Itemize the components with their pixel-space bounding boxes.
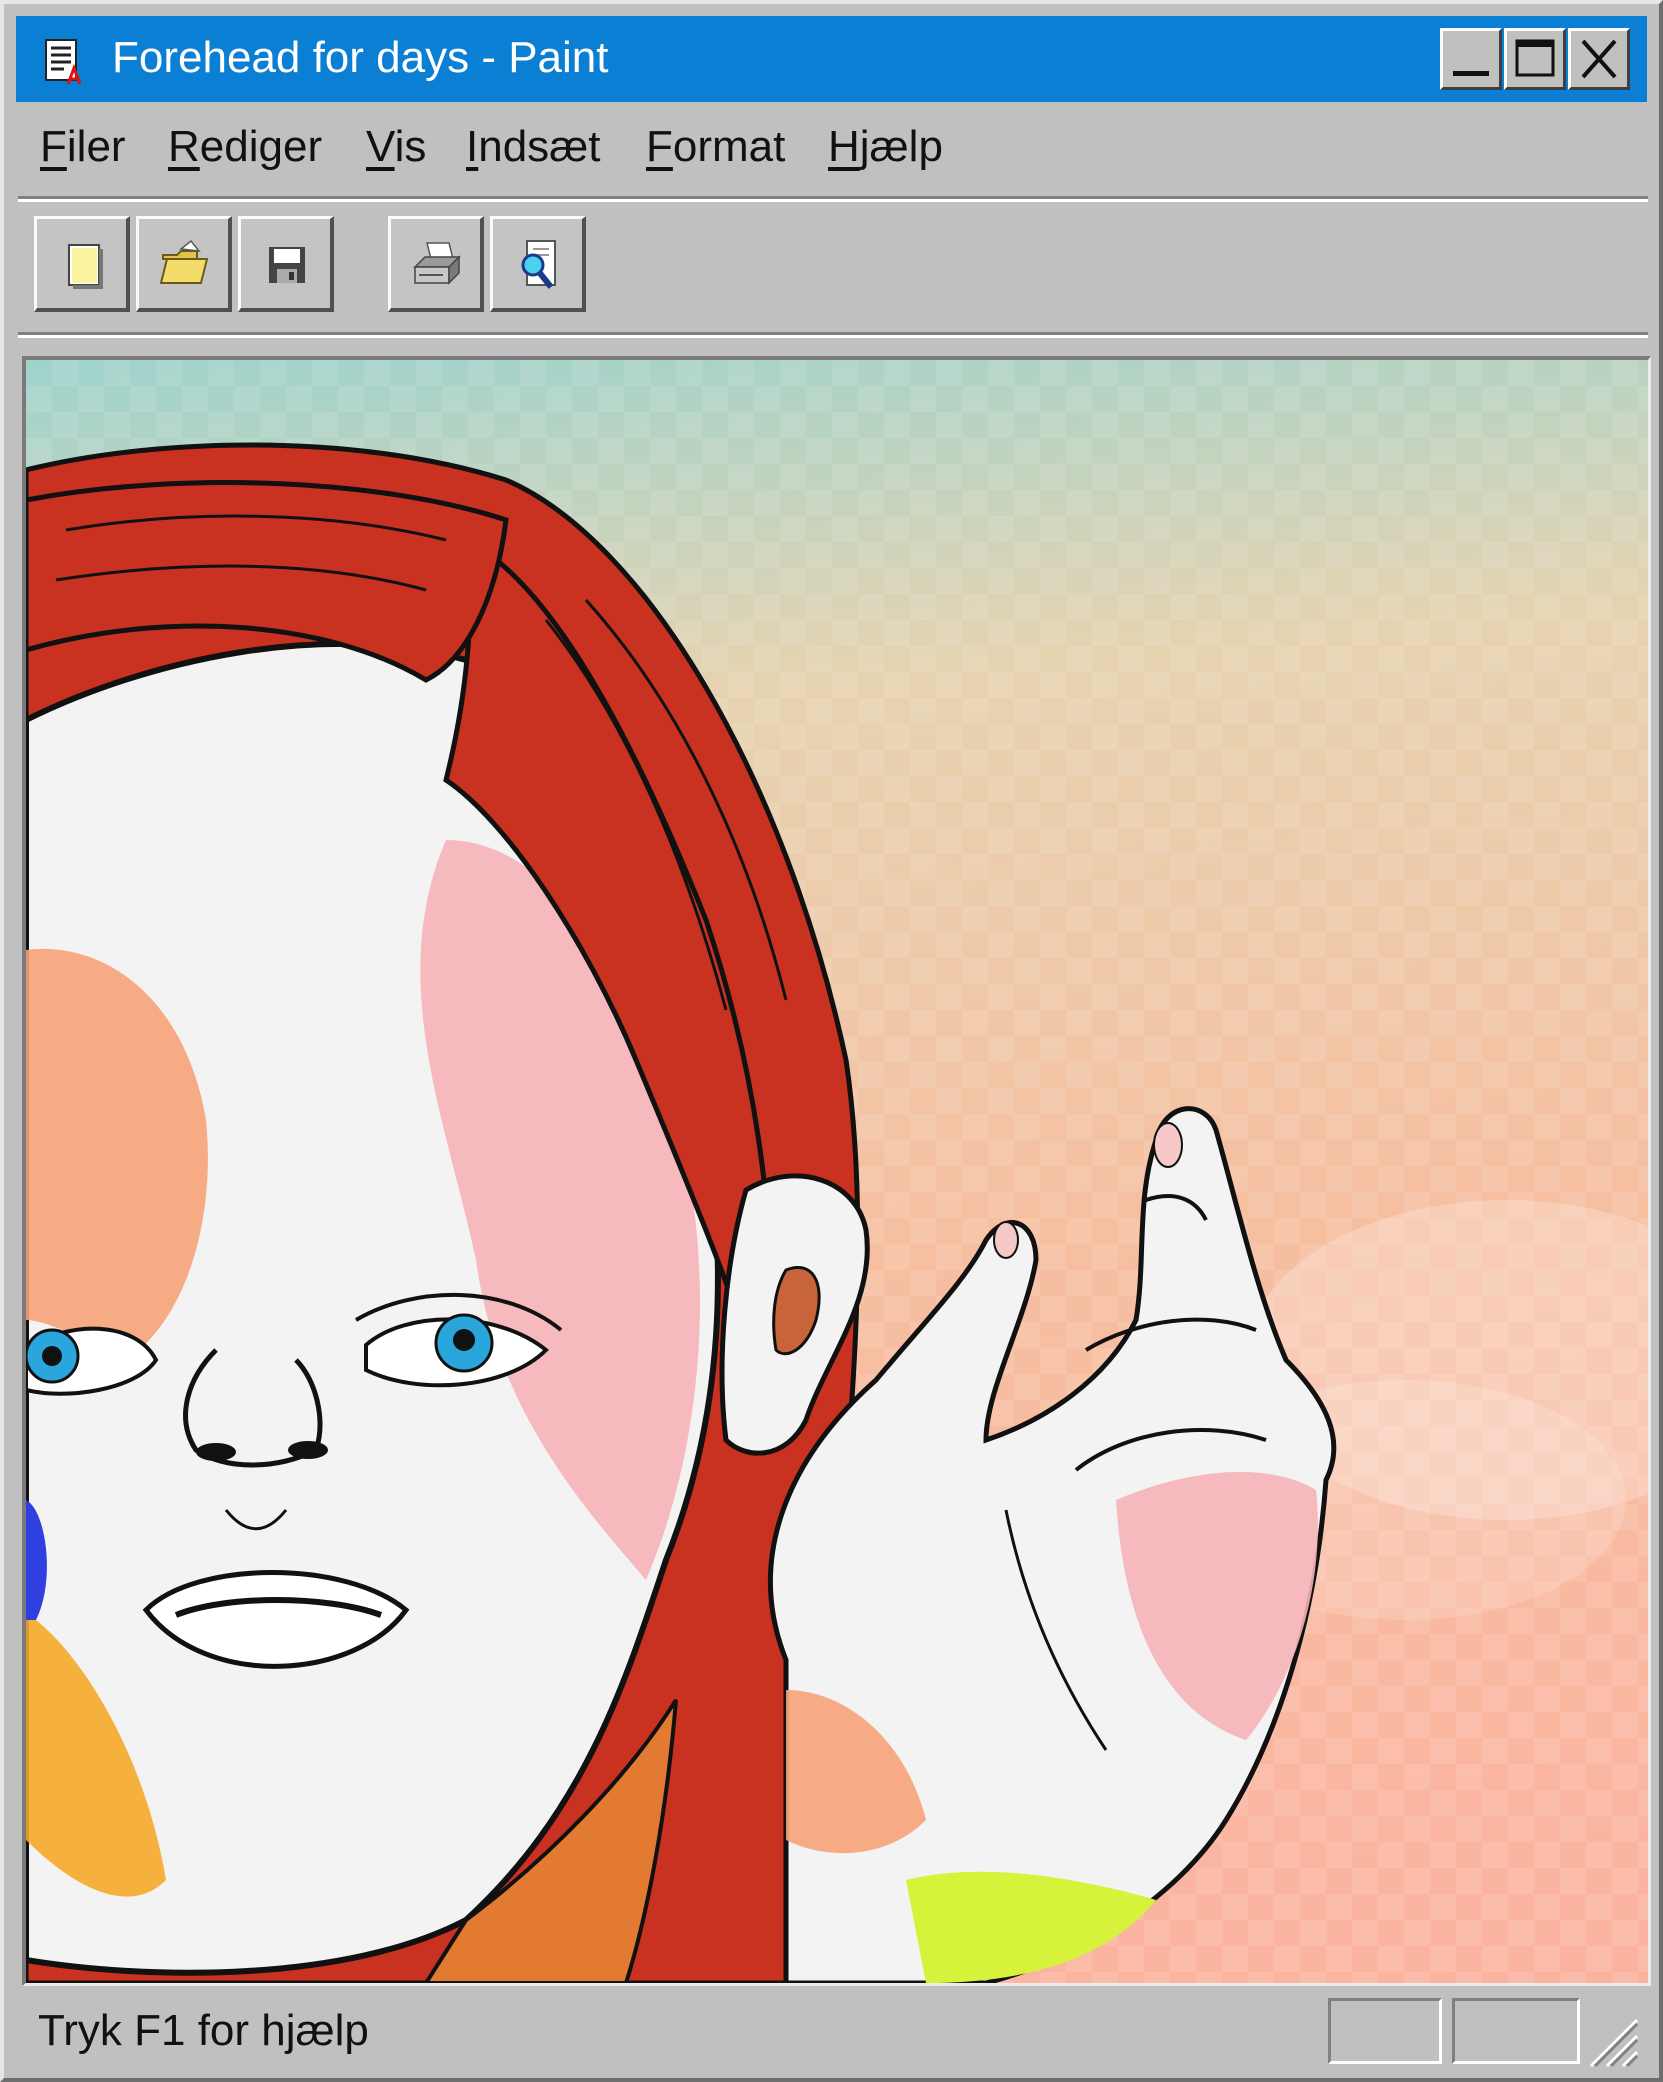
print-preview-button[interactable] — [490, 216, 586, 312]
maximize-icon — [1515, 39, 1555, 77]
open-folder-icon — [159, 239, 209, 284]
status-bar: Tryk F1 for hjælp — [16, 1990, 1647, 2074]
toolbar-divider — [18, 332, 1648, 338]
close-button[interactable] — [1568, 28, 1630, 90]
menu-vis[interactable]: Vis — [366, 122, 426, 172]
toolbar — [16, 204, 1647, 324]
menu-rediger[interactable]: Rediger — [168, 122, 322, 172]
paint-document-icon — [45, 39, 82, 85]
paint-window: Forehead for days - Paint Filer Rediger … — [0, 0, 1663, 2082]
close-icon — [1581, 39, 1617, 79]
save-disk-icon — [269, 247, 305, 283]
print-preview-icon — [521, 240, 556, 289]
drawing-canvas[interactable] — [26, 360, 1648, 1983]
new-document-icon — [68, 244, 103, 289]
minimize-icon — [1453, 71, 1489, 76]
open-button[interactable] — [136, 216, 232, 312]
save-button[interactable] — [238, 216, 334, 312]
title-bar[interactable]: Forehead for days - Paint — [16, 16, 1647, 102]
illustration-woman-red-hair — [26, 442, 1648, 1983]
canvas-area[interactable] — [22, 356, 1651, 1986]
menu-filer[interactable]: Filer — [40, 122, 126, 172]
menu-format[interactable]: Format — [646, 122, 785, 172]
menu-indsaet[interactable]: Indsæt — [466, 122, 601, 172]
window-title: Forehead for days - Paint — [112, 33, 609, 82]
menu-divider — [18, 196, 1648, 202]
minimize-button[interactable] — [1440, 28, 1502, 90]
status-panel-2 — [1452, 1998, 1580, 2064]
maximize-button[interactable] — [1504, 28, 1566, 90]
new-button[interactable] — [34, 216, 130, 312]
menu-hjaelp[interactable]: Hjælp — [828, 122, 943, 172]
status-panel-1 — [1328, 1998, 1442, 2064]
menu-bar: Filer Rediger Vis Indsæt Format Hjælp — [16, 104, 1647, 194]
print-button[interactable] — [388, 216, 484, 312]
resize-grip-icon[interactable] — [1583, 2012, 1639, 2068]
print-icon — [413, 242, 461, 285]
status-help-text: Tryk F1 for hjælp — [38, 2006, 369, 2055]
